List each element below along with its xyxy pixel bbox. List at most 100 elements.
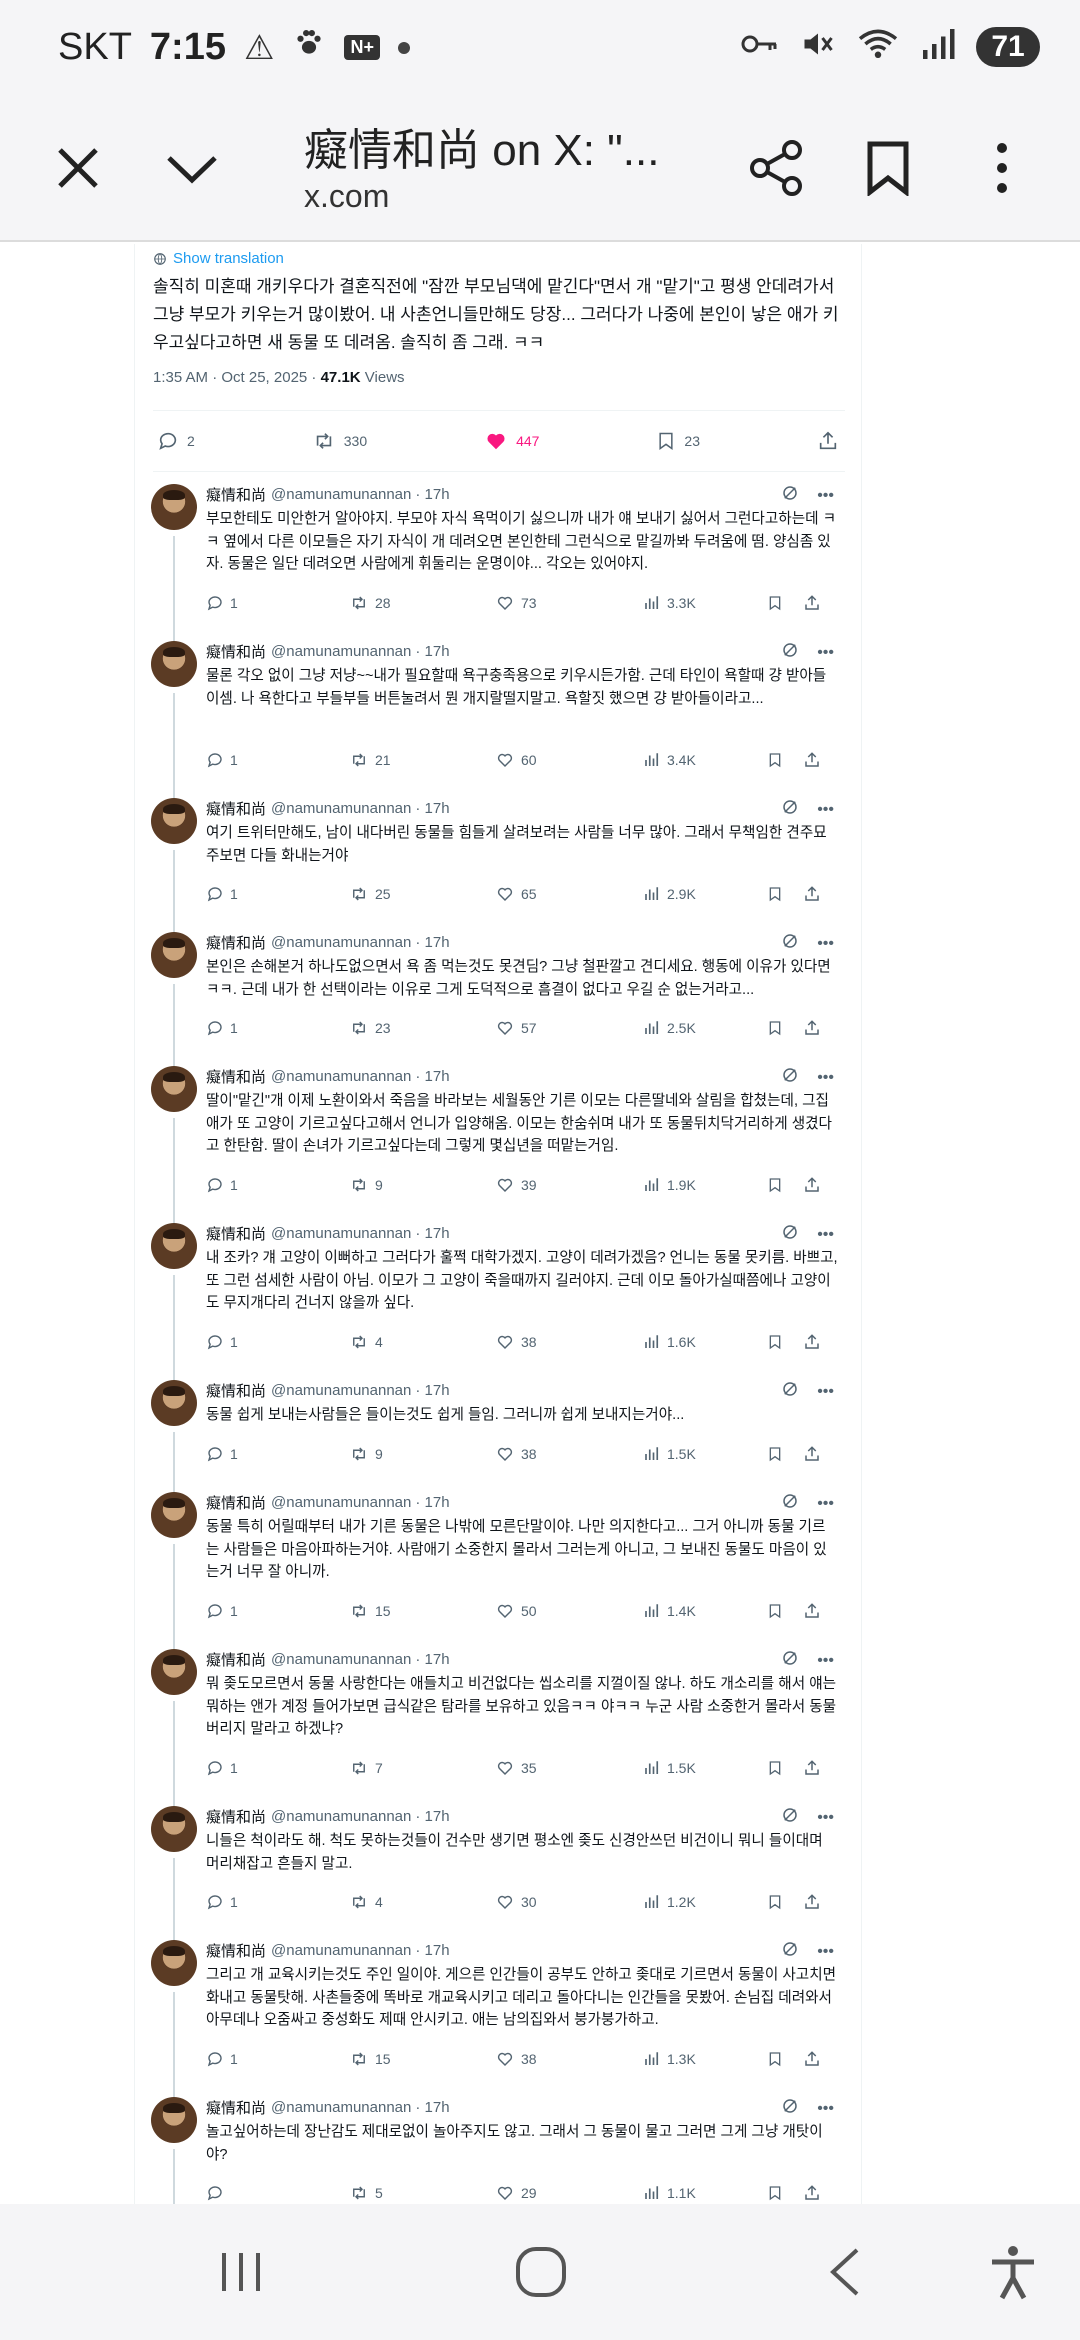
share-button[interactable] [803, 1333, 823, 1351]
reply-time[interactable]: · 17h [415, 1651, 449, 1668]
avatar[interactable] [151, 932, 197, 978]
bookmark-button[interactable] [767, 1602, 803, 1620]
bookmark-button[interactable] [767, 2050, 803, 2068]
share-button[interactable] [803, 751, 823, 769]
more-options-button[interactable]: ••• [817, 801, 834, 819]
bookmark-button[interactable] [767, 885, 803, 903]
repost-button[interactable]: 25 [349, 885, 495, 903]
share-button[interactable] [803, 1893, 823, 1911]
avatar[interactable] [151, 1066, 197, 1112]
share-button[interactable] [803, 2050, 823, 2068]
like-button[interactable]: 73 [495, 594, 643, 612]
avatar[interactable] [151, 1806, 197, 1852]
share-button[interactable] [803, 1759, 823, 1777]
avatar[interactable] [151, 1649, 197, 1695]
reply-tweet[interactable]: 癡情和尚 @namunamunannan · 17h ••• 놀고싶어하는데 장난감도 … [151, 2097, 845, 2204]
back-button[interactable] [810, 2242, 880, 2302]
bookmark-button[interactable] [767, 1019, 803, 1037]
more-options-button[interactable]: ••• [817, 1383, 834, 1401]
reply-time[interactable]: · 17h [415, 1068, 449, 1085]
reply-time[interactable]: · 17h [415, 1942, 449, 1959]
author-handle[interactable]: @namunamunannan [271, 1494, 411, 1511]
reply-tweet[interactable]: 癡情和尚 @namunamunannan · 17h ••• 동물 쉽게 보내는사람들은… [151, 1380, 845, 1492]
bookmark-button[interactable] [767, 1893, 803, 1911]
avatar[interactable] [151, 1940, 197, 1986]
reply-tweet[interactable]: 癡情和尚 @namunamunannan · 17h ••• 부모한테도 미안한거 알아… [151, 484, 845, 641]
reply-tweet[interactable]: 癡情和尚 @namunamunannan · 17h ••• 동물 특히 어릴때부터 내… [151, 1492, 845, 1649]
views-button[interactable]: 1.1K [643, 2184, 767, 2202]
avatar[interactable] [151, 1380, 197, 1426]
more-options-button[interactable]: ••• [817, 1226, 834, 1244]
reply-button[interactable]: 1 [206, 1893, 349, 1911]
more-options-button[interactable]: ••• [817, 1652, 834, 1670]
more-options-button[interactable]: ••• [817, 487, 834, 505]
bookmark-button[interactable] [848, 128, 928, 208]
reply-tweet[interactable]: 癡情和尚 @namunamunannan · 17h ••• 딸이"맡긴"개 이제 노환… [151, 1066, 845, 1223]
like-button[interactable]: 30 [495, 1893, 643, 1911]
views-button[interactable]: 1.6K [643, 1333, 767, 1351]
grok-button[interactable] [781, 641, 799, 664]
like-button[interactable]: 38 [495, 2050, 643, 2068]
repost-button[interactable]: 23 [349, 1019, 495, 1037]
reply-button[interactable]: 1 [206, 1602, 349, 1620]
author-handle[interactable]: @namunamunannan [271, 643, 411, 660]
repost-button[interactable]: 7 [349, 1759, 495, 1777]
reply-time[interactable]: · 17h [415, 1494, 449, 1511]
author-handle[interactable]: @namunamunannan [271, 1382, 411, 1399]
bookmark-button[interactable] [767, 751, 803, 769]
show-translation-link[interactable]: Show translation [153, 250, 843, 267]
like-button[interactable]: 29 [495, 2184, 643, 2202]
reply-time[interactable]: · 17h [415, 800, 449, 817]
grok-button[interactable] [781, 1223, 799, 1246]
avatar[interactable] [151, 484, 197, 530]
more-options-button[interactable]: ••• [817, 1943, 834, 1961]
avatar[interactable] [151, 1223, 197, 1269]
repost-button[interactable]: 4 [349, 1333, 495, 1351]
reply-button[interactable]: 1 [206, 594, 349, 612]
share-tweet-button[interactable] [817, 430, 839, 452]
grok-button[interactable] [781, 1940, 799, 1963]
more-options-button[interactable]: ••• [817, 1069, 834, 1087]
reply-button[interactable]: 1 [206, 1445, 349, 1463]
reply-button[interactable]: 1 [206, 1333, 349, 1351]
grok-button[interactable] [781, 798, 799, 821]
reply-button[interactable]: 1 [206, 1019, 349, 1037]
like-button[interactable]: 447 [484, 430, 539, 452]
home-button[interactable] [506, 2242, 576, 2302]
more-options-button[interactable]: ••• [817, 2100, 834, 2118]
views-button[interactable]: 2.5K [643, 1019, 767, 1037]
bookmark-button[interactable] [767, 1445, 803, 1463]
like-button[interactable]: 60 [495, 751, 643, 769]
repost-button[interactable]: 15 [349, 1602, 495, 1620]
author-handle[interactable]: @namunamunannan [271, 934, 411, 951]
like-button[interactable]: 39 [495, 1176, 643, 1194]
repost-button[interactable]: 5 [349, 2184, 495, 2202]
reply-button[interactable]: 2 [157, 430, 195, 452]
author-name[interactable]: 癡情和尚 [206, 1223, 266, 1244]
author-name[interactable]: 癡情和尚 [206, 484, 266, 505]
views-button[interactable]: 1.9K [643, 1176, 767, 1194]
reply-time[interactable]: · 17h [415, 643, 449, 660]
author-name[interactable]: 癡情和尚 [206, 1066, 266, 1087]
webview-content[interactable]: Show translation 솔직히 미혼때 개키우다가 결혼직전에 "잠깐… [0, 244, 1080, 2204]
share-button[interactable] [803, 2184, 823, 2202]
reply-time[interactable]: · 17h [415, 486, 449, 503]
bookmark-button[interactable] [767, 1176, 803, 1194]
avatar[interactable] [151, 2097, 197, 2143]
reply-button[interactable]: 1 [206, 885, 349, 903]
bookmark-button[interactable] [767, 594, 803, 612]
bookmark-tweet-button[interactable]: 23 [656, 430, 700, 452]
repost-button[interactable]: 330 [312, 430, 367, 452]
author-handle[interactable]: @namunamunannan [271, 1808, 411, 1825]
reply-button[interactable]: 1 [206, 2050, 349, 2068]
share-button[interactable] [803, 885, 823, 903]
bookmark-button[interactable] [767, 1759, 803, 1777]
views-button[interactable]: 1.3K [643, 2050, 767, 2068]
more-options-button[interactable]: ••• [817, 935, 834, 953]
more-options-button[interactable] [962, 128, 1042, 208]
grok-button[interactable] [781, 932, 799, 955]
reply-time[interactable]: · 17h [415, 2099, 449, 2116]
author-handle[interactable]: @namunamunannan [271, 1651, 411, 1668]
share-button[interactable] [803, 1019, 823, 1037]
views-button[interactable]: 3.4K [643, 751, 767, 769]
